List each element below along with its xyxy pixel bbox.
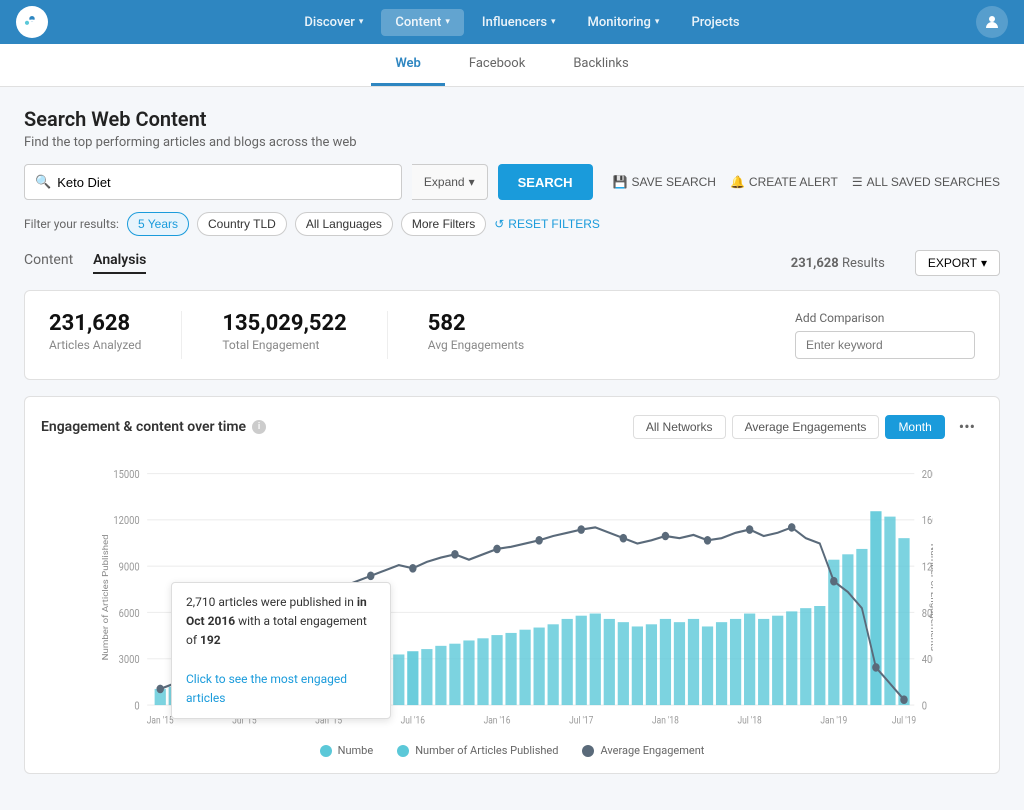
main-content: Search Web Content Find the top performi… [0, 87, 1024, 810]
stat-articles-value: 231,628 [49, 311, 141, 336]
stat-articles: 231,628 Articles Analyzed [49, 311, 141, 352]
svg-text:400: 400 [922, 655, 933, 667]
filters-row: Filter your results: 5 Years Country TLD… [24, 212, 1000, 236]
logo[interactable] [16, 6, 48, 38]
legend-articles-full-dot [397, 745, 409, 757]
nav-item-monitoring[interactable]: Monitoring ▾ [574, 9, 674, 36]
save-search-button[interactable]: 💾 SAVE SEARCH [613, 175, 716, 189]
svg-text:3000: 3000 [119, 655, 140, 667]
tab-content[interactable]: Content [24, 252, 73, 274]
legend-engagement-dot [582, 745, 594, 757]
legend-articles: Numbe [320, 744, 374, 757]
chevron-down-icon: ▾ [981, 256, 987, 270]
add-comparison: Add Comparison [795, 311, 975, 359]
filter-all-languages[interactable]: All Languages [295, 212, 393, 236]
chart-card: Engagement & content over time i All Net… [24, 396, 1000, 774]
chevron-down-icon: ▾ [445, 17, 450, 27]
stat-divider-2 [387, 311, 388, 359]
reset-filters-button[interactable]: ↺ RESET FILTERS [494, 217, 600, 231]
chevron-down-icon: ▾ [551, 17, 556, 27]
legend-articles-full-label: Number of Articles Published [415, 744, 558, 757]
tab-backlinks[interactable]: Backlinks [549, 44, 652, 86]
sub-navigation: Web Facebook Backlinks [0, 44, 1024, 87]
top-navigation: Discover ▾ Content ▾ Influencers ▾ Monit… [0, 0, 1024, 44]
svg-text:Number of Articles Published: Number of Articles Published [101, 534, 110, 660]
chart-controls: All Networks Average Engagements Month •… [633, 413, 983, 440]
chevron-down-icon: ▾ [469, 175, 475, 189]
search-bar: 🔍 Expand ▾ SEARCH 💾 SAVE SEARCH 🔔 CREATE… [24, 164, 1000, 200]
tab-analysis[interactable]: Analysis [93, 252, 146, 274]
bell-icon: 🔔 [730, 175, 745, 189]
nav-item-content[interactable]: Content ▾ [381, 9, 464, 36]
chevron-down-icon: ▾ [359, 17, 364, 27]
tab-web[interactable]: Web [371, 44, 445, 86]
chart-header: Engagement & content over time i All Net… [41, 413, 983, 440]
nav-item-influencers[interactable]: Influencers ▾ [468, 9, 570, 36]
export-button[interactable]: EXPORT ▾ [915, 250, 1000, 276]
stat-divider-1 [181, 311, 182, 359]
nav-item-discover[interactable]: Discover ▾ [290, 9, 377, 36]
month-button[interactable]: Month [885, 415, 944, 439]
filter-more[interactable]: More Filters [401, 212, 486, 236]
legend-engagement-label: Average Engagement [600, 744, 704, 757]
legend-engagement: Average Engagement [582, 744, 704, 757]
legend-articles-dot [320, 745, 332, 757]
stat-avg-value: 582 [428, 311, 524, 336]
svg-text:2000: 2000 [922, 469, 933, 481]
expand-button[interactable]: Expand ▾ [412, 164, 488, 200]
content-analysis-tabs: Content Analysis 231,628 Results EXPORT … [24, 250, 1000, 276]
create-alert-button[interactable]: 🔔 CREATE ALERT [730, 175, 838, 189]
svg-text:9000: 9000 [119, 562, 140, 574]
svg-text:0: 0 [922, 701, 928, 713]
filters-label: Filter your results: [24, 217, 119, 231]
legend-articles-full: Number of Articles Published [397, 744, 558, 757]
svg-text:Number of Engagements: Number of Engagements [928, 544, 933, 652]
chart-legend: Numbe Number of Articles Published Avera… [41, 744, 983, 757]
filter-5years[interactable]: 5 Years [127, 212, 189, 236]
average-engagements-button[interactable]: Average Engagements [732, 415, 880, 439]
search-input-wrap: 🔍 [24, 164, 402, 200]
list-icon: ☰ [852, 175, 863, 189]
stats-card: 231,628 Articles Analyzed 135,029,522 To… [24, 290, 1000, 380]
svg-text:6000: 6000 [119, 608, 140, 620]
svg-text:1600: 1600 [922, 516, 933, 528]
avatar[interactable] [976, 6, 1008, 38]
stat-avg: 582 Avg Engagements [428, 311, 524, 352]
search-icon: 🔍 [35, 175, 51, 190]
search-input[interactable] [57, 175, 391, 190]
comparison-input[interactable] [795, 331, 975, 359]
nav-links: Discover ▾ Content ▾ Influencers ▾ Monit… [68, 9, 976, 36]
chart-wrap[interactable]: 15000 12000 9000 6000 3000 0 2000 1600 1… [91, 452, 933, 736]
all-saved-searches-button[interactable]: ☰ ALL SAVED SEARCHES [852, 175, 1000, 189]
reset-icon: ↺ [494, 217, 504, 231]
stat-engagement-value: 135,029,522 [222, 311, 346, 336]
svg-text:15000: 15000 [113, 469, 140, 481]
search-button[interactable]: SEARCH [498, 164, 593, 200]
stat-avg-label: Avg Engagements [428, 338, 524, 352]
stat-engagement: 135,029,522 Total Engagement [222, 311, 346, 352]
results-info: 231,628 Results [791, 256, 885, 271]
more-options-icon[interactable]: ••• [951, 413, 983, 440]
save-icon: 💾 [613, 175, 628, 189]
stat-articles-label: Articles Analyzed [49, 338, 141, 352]
filter-country-tld[interactable]: Country TLD [197, 212, 287, 236]
page-subtitle: Find the top performing articles and blo… [24, 135, 1000, 150]
legend-articles-label: Numbe [338, 744, 374, 757]
svg-text:12000: 12000 [113, 516, 140, 528]
chart-tooltip: 2,710 articles were published in in Oct … [171, 582, 391, 719]
chevron-down-icon: ▾ [655, 17, 660, 27]
nav-item-projects[interactable]: Projects [677, 9, 753, 36]
chart-title: Engagement & content over time i [41, 419, 266, 435]
stat-engagement-label: Total Engagement [222, 338, 346, 352]
chart-outer: 15000 12000 9000 6000 3000 0 2000 1600 1… [41, 452, 983, 736]
comparison-label: Add Comparison [795, 311, 975, 325]
page-title: Search Web Content [24, 107, 1000, 131]
search-actions: 💾 SAVE SEARCH 🔔 CREATE ALERT ☰ ALL SAVED… [613, 175, 1000, 189]
svg-text:0: 0 [134, 701, 140, 713]
tooltip-link[interactable]: Click to see the most engaged articles [186, 672, 347, 705]
tab-facebook[interactable]: Facebook [445, 44, 549, 86]
all-networks-button[interactable]: All Networks [633, 415, 726, 439]
info-icon[interactable]: i [252, 420, 266, 434]
tooltip-text: 2,710 articles were published in in Oct … [186, 593, 376, 651]
